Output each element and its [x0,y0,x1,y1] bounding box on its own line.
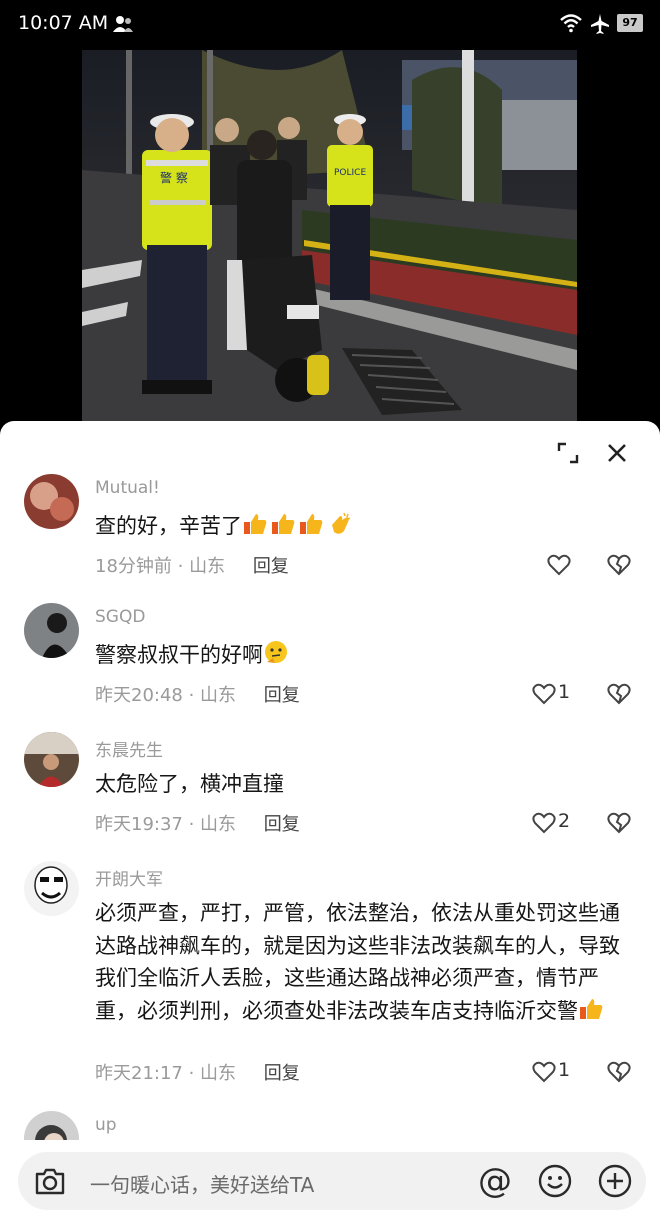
broken-heart-icon[interactable] [607,812,631,834]
status-bar: 10:07 AM 97 [0,0,660,50]
meta-separator: · [182,814,201,835]
battery-icon: 97 [617,14,643,32]
heart-icon[interactable] [532,812,556,834]
avatar[interactable] [24,732,79,787]
comment-text: 查的好，辛苦了 [95,510,625,542]
clap-emoji [326,512,354,538]
wifi-icon [560,14,582,33]
comment-meta: 昨天21:17 · 山东 回复 [95,1059,300,1085]
reply-button[interactable]: 回复 [253,556,289,577]
comment-text: 警察叔叔干的好啊 [95,639,625,671]
thinking-face-emoji [263,641,291,667]
reply-button[interactable]: 回复 [264,685,300,706]
broken-heart-icon[interactable] [607,1061,631,1083]
comment-time: 昨天21:17 [95,1063,183,1084]
heart-icon[interactable] [532,683,556,705]
comment-text: 太危险了，横冲直撞 [95,772,284,796]
comment-text: 必须严查，严打，严管，依法整治，依法从重处罚这些通达路战神飙车的，就是因为这些非… [95,901,620,1023]
comment-time: 昨天20:48 [95,685,183,706]
post-photo[interactable]: 警 察 POLICE [82,50,577,422]
comment-time: 昨天19:37 [95,814,183,835]
like-count: 1 [558,681,571,703]
avatar[interactable] [24,861,79,916]
emoji-icon[interactable] [538,1164,572,1198]
broken-heart-icon[interactable] [607,554,631,576]
like-count: 2 [558,810,571,832]
reply-button[interactable]: 回复 [264,1063,300,1084]
username[interactable]: 东晨先生 [95,736,163,761]
camera-icon[interactable] [34,1166,66,1196]
comment-location: 山东 [200,685,237,706]
meta-separator: · [182,1063,201,1084]
broken-heart-icon[interactable] [607,683,631,705]
add-icon[interactable] [598,1164,632,1198]
close-icon[interactable] [606,442,628,464]
heart-icon[interactable] [547,554,571,576]
username[interactable]: up [95,1115,117,1135]
comment-time: 18分钟前 [95,556,172,577]
thumbs-up-emoji [578,998,606,1023]
avatar[interactable] [24,603,79,658]
comment-meta: 昨天19:37 · 山东 回复 [95,810,300,836]
comment-sheet: Mutual! 查的好，辛苦了 18分钟前 · 山东 回复 SGQD 警察叔叔干… [0,421,660,1218]
comment-meta: 18分钟前 · 山东 回复 [95,552,289,578]
status-time: 10:07 AM [18,12,109,34]
heart-icon[interactable] [532,1061,556,1083]
reply-button[interactable]: 回复 [264,814,300,835]
user-icon [113,16,133,32]
comment-location: 山东 [200,1063,237,1084]
thumbs-up-emoji [242,514,326,538]
svg-text:警 察: 警 察 [160,170,188,185]
comment-location: 山东 [200,814,237,835]
meta-separator: · [171,556,190,577]
expand-icon[interactable] [556,441,580,465]
airplane-icon [591,14,609,34]
police-scene-image: 警 察 POLICE [82,50,577,422]
comment-input-bar[interactable]: 一句暖心话，美好送给TA @ [18,1152,646,1210]
meta-separator: · [182,685,201,706]
comment-meta: 昨天20:48 · 山东 回复 [95,681,300,707]
svg-text:POLICE: POLICE [334,168,366,178]
comment-location: 山东 [189,556,226,577]
avatar[interactable] [24,474,79,529]
username[interactable]: SGQD [95,607,145,627]
comment-input-placeholder[interactable]: 一句暖心话，美好送给TA [90,1169,314,1198]
username[interactable]: 开朗大军 [95,865,163,890]
username[interactable]: Mutual! [95,478,160,498]
like-count: 1 [558,1059,571,1081]
mention-icon[interactable]: @ [476,1161,514,1201]
